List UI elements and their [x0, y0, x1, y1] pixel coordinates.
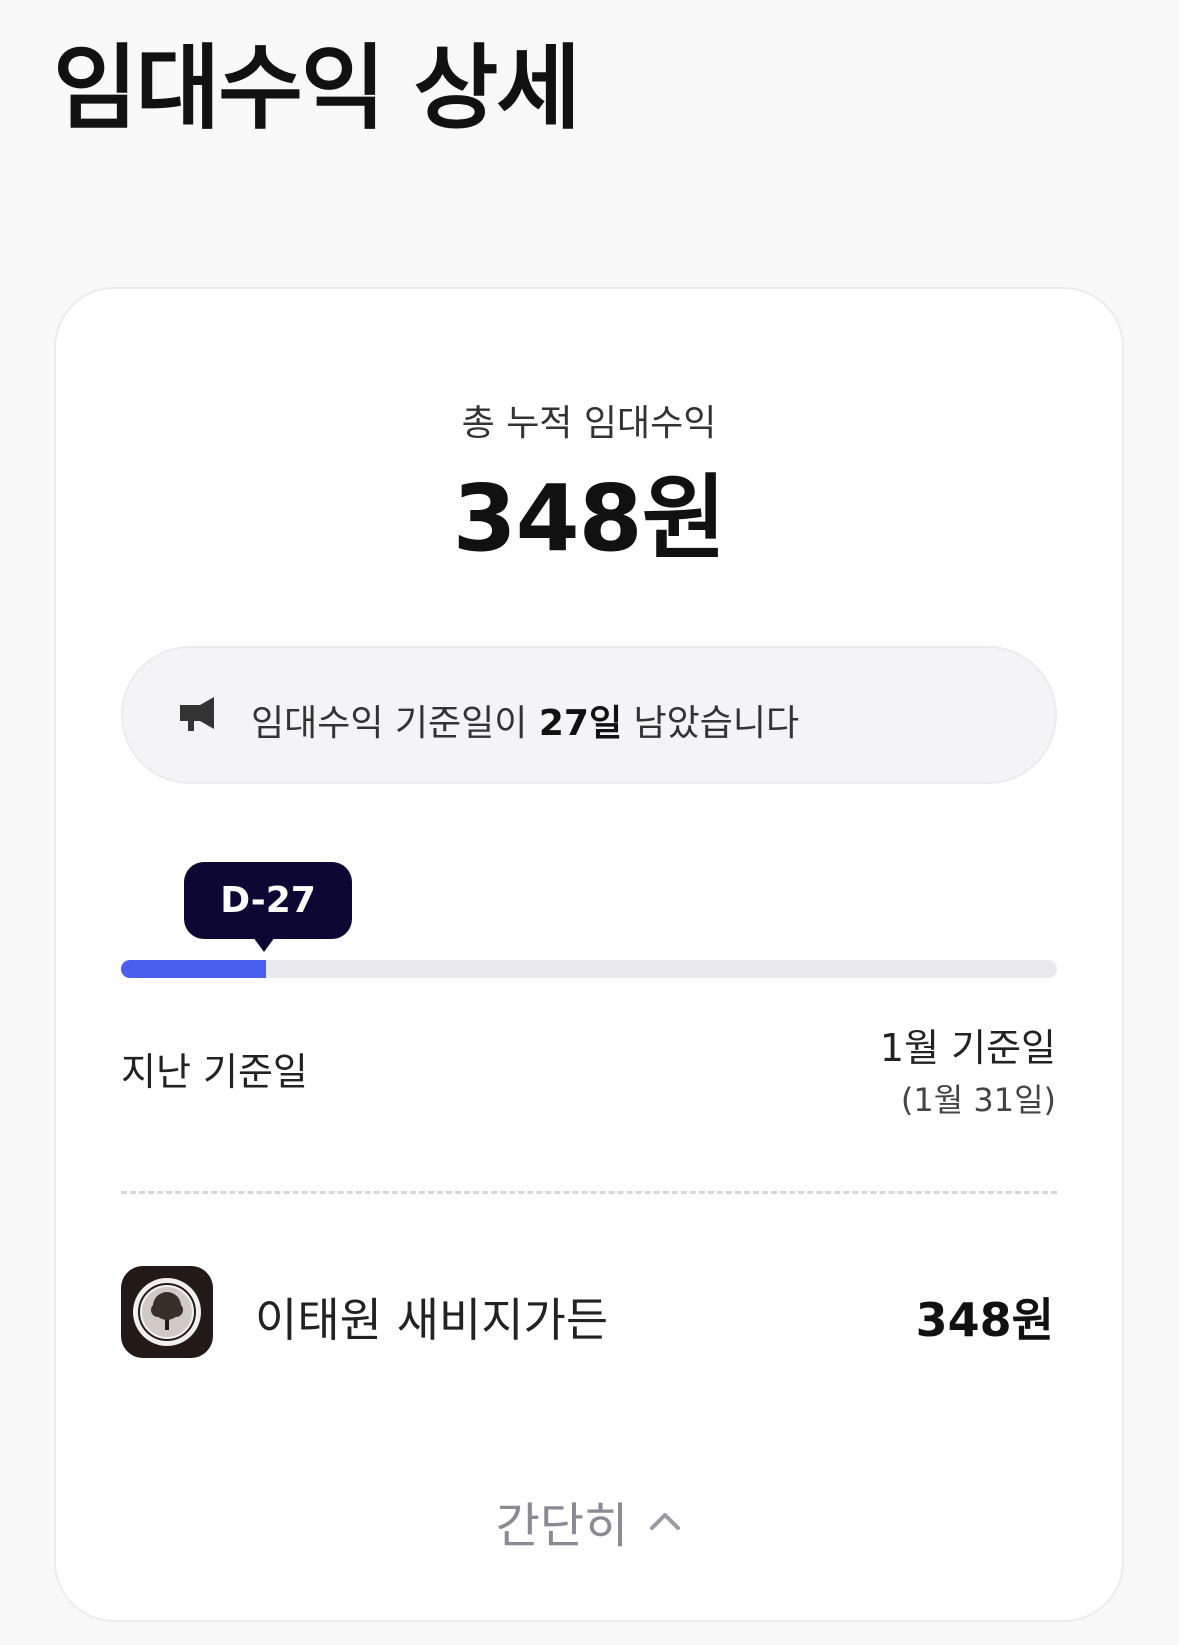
rental-income-card: 총 누적 임대수익 348원 임대수익 기준일이 27일 남았습니다 D-27 … — [54, 287, 1124, 1622]
progress-fill — [121, 960, 267, 978]
total-income-value: 348원 — [452, 465, 727, 572]
d-day-badge-pointer — [253, 937, 275, 952]
asset-name: 이태원 새비지가든 — [255, 1293, 609, 1347]
page-title: 임대수익 상세 — [53, 35, 581, 142]
next-base-date-value: (1월 31일) — [900, 1081, 1056, 1119]
asset-amount: 348원 — [915, 1293, 1054, 1347]
asset-logo — [121, 1266, 213, 1358]
chevron-up-icon — [650, 1513, 681, 1530]
previous-base-date-label: 지난 기준일 — [121, 1050, 308, 1094]
notice-text: 임대수익 기준일이 27일 남았습니다 — [251, 694, 799, 746]
total-income-label: 총 누적 임대수익 — [461, 403, 717, 444]
collapse-label: 간단히 — [495, 1498, 629, 1554]
notice-text-before: 임대수익 기준일이 — [251, 703, 539, 744]
d-day-badge: D-27 — [184, 862, 352, 939]
notice-days: 27일 — [538, 703, 623, 744]
page: 임대수익 상세 총 누적 임대수익 348원 임대수익 기준일이 27일 남았습… — [0, 0, 1179, 1645]
progress-track — [121, 960, 1057, 978]
notice-banner: 임대수익 기준일이 27일 남았습니다 — [121, 646, 1057, 784]
asset-row[interactable]: 이태원 새비지가든 348원 — [121, 1266, 1057, 1358]
megaphone-icon — [180, 697, 214, 731]
notice-text-after: 남았습니다 — [622, 703, 800, 744]
next-base-date-label: 1월 기준일 — [879, 1026, 1056, 1070]
tree-seal-logo — [133, 1278, 201, 1346]
collapse-button[interactable]: 간단히 — [56, 1486, 1122, 1556]
dashed-divider — [121, 1191, 1057, 1194]
